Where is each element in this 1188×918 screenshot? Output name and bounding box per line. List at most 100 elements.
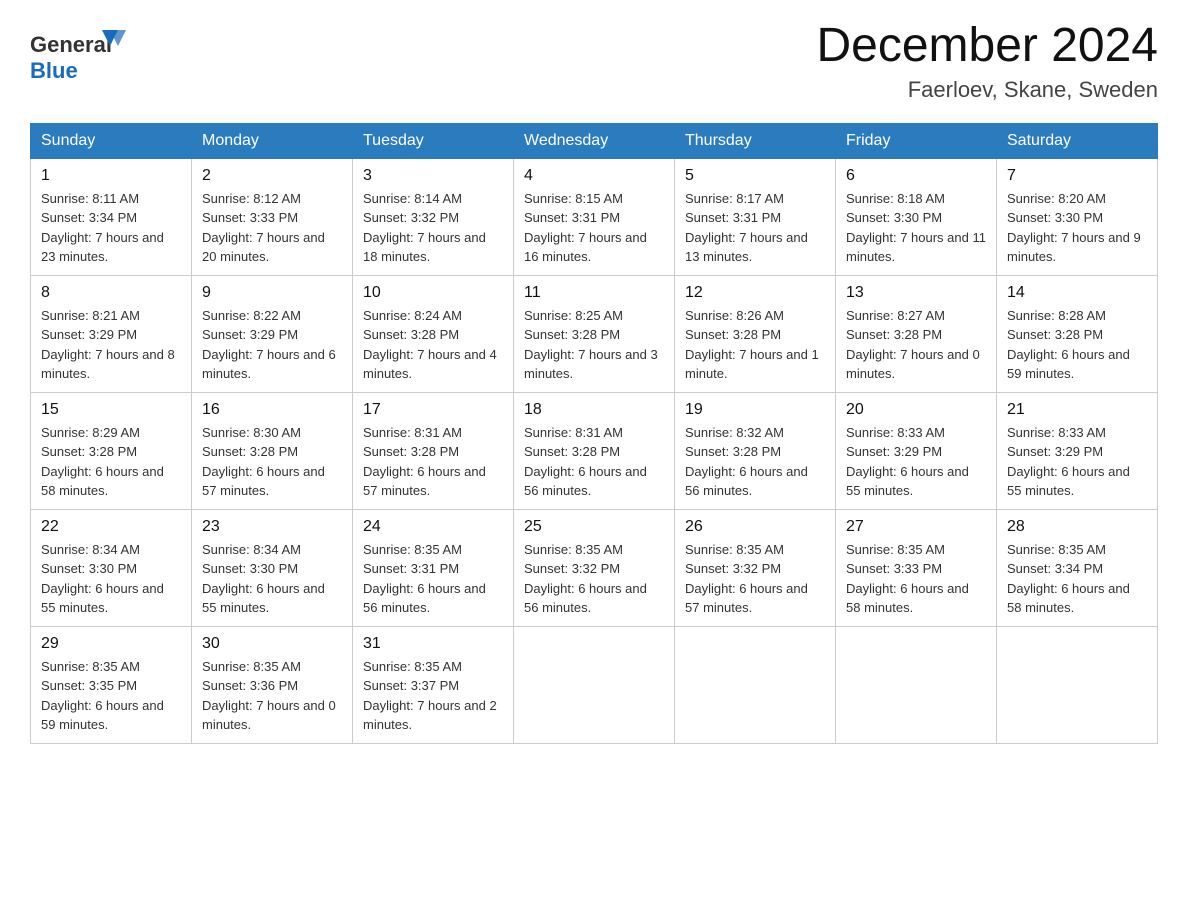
week-row-2: 8Sunrise: 8:21 AMSunset: 3:29 PMDaylight… [31, 275, 1158, 392]
day-info: Sunrise: 8:35 AMSunset: 3:32 PMDaylight:… [524, 540, 664, 618]
day-info: Sunrise: 8:33 AMSunset: 3:29 PMDaylight:… [1007, 423, 1147, 501]
calendar-cell [675, 626, 836, 743]
calendar-cell: 4 Sunrise: 8:15 AMSunset: 3:31 PMDaylight… [514, 158, 675, 275]
week-row-5: 29Sunrise: 8:35 AMSunset: 3:35 PMDayligh… [31, 626, 1158, 743]
day-info: Sunrise: 8:17 AMSunset: 3:31 PMDaylight:… [685, 189, 825, 267]
logo-svg: General Blue [30, 20, 130, 85]
day-number: 12 [685, 284, 825, 302]
svg-text:General: General [30, 32, 112, 57]
svg-text:Blue: Blue [30, 58, 78, 83]
day-number: 16 [202, 401, 342, 419]
day-number: 5 [685, 167, 825, 185]
calendar-cell: 28 Sunrise: 8:35 AMSunset: 3:34 PMDayligh… [997, 509, 1158, 626]
calendar-cell: 13 Sunrise: 8:27 AMSunset: 3:28 PMDayligh… [836, 275, 997, 392]
day-info: Sunrise: 8:12 AMSunset: 3:33 PMDaylight:… [202, 189, 342, 267]
day-number: 13 [846, 284, 986, 302]
day-number: 27 [846, 518, 986, 536]
calendar-table: SundayMondayTuesdayWednesdayThursdayFrid… [30, 123, 1158, 744]
day-number: 7 [1007, 167, 1147, 185]
day-number: 3 [363, 167, 503, 185]
calendar-cell: 2 Sunrise: 8:12 AMSunset: 3:33 PMDaylight… [192, 158, 353, 275]
calendar-cell: 31 Sunrise: 8:35 AMSunset: 3:37 PMDayligh… [353, 626, 514, 743]
calendar-cell: 11 Sunrise: 8:25 AMSunset: 3:28 PMDayligh… [514, 275, 675, 392]
day-number: 29 [41, 635, 181, 653]
day-info: Sunrise: 8:14 AMSunset: 3:32 PMDaylight:… [363, 189, 503, 267]
day-info: Sunrise: 8:20 AMSunset: 3:30 PMDaylight:… [1007, 189, 1147, 267]
calendar-cell: 9Sunrise: 8:22 AMSunset: 3:29 PMDaylight… [192, 275, 353, 392]
day-info: Sunrise: 8:35 AMSunset: 3:31 PMDaylight:… [363, 540, 503, 618]
calendar-cell: 1Sunrise: 8:11 AMSunset: 3:34 PMDaylight… [31, 158, 192, 275]
day-number: 17 [363, 401, 503, 419]
day-number: 14 [1007, 284, 1147, 302]
calendar-cell: 24 Sunrise: 8:35 AMSunset: 3:31 PMDayligh… [353, 509, 514, 626]
day-number: 28 [1007, 518, 1147, 536]
calendar-cell: 29Sunrise: 8:35 AMSunset: 3:35 PMDayligh… [31, 626, 192, 743]
header-tuesday: Tuesday [353, 123, 514, 158]
day-info: Sunrise: 8:34 AMSunset: 3:30 PMDaylight:… [202, 540, 342, 618]
day-info: Sunrise: 8:28 AMSunset: 3:28 PMDaylight:… [1007, 306, 1147, 384]
calendar-header-row: SundayMondayTuesdayWednesdayThursdayFrid… [31, 123, 1158, 158]
calendar-cell [997, 626, 1158, 743]
month-title: December 2024 [816, 20, 1158, 73]
calendar-cell: 3 Sunrise: 8:14 AMSunset: 3:32 PMDaylight… [353, 158, 514, 275]
calendar-cell: 14 Sunrise: 8:28 AMSunset: 3:28 PMDayligh… [997, 275, 1158, 392]
day-number: 23 [202, 518, 342, 536]
day-info: Sunrise: 8:35 AMSunset: 3:37 PMDaylight:… [363, 657, 503, 735]
day-number: 19 [685, 401, 825, 419]
day-info: Sunrise: 8:31 AMSunset: 3:28 PMDaylight:… [363, 423, 503, 501]
day-info: Sunrise: 8:35 AMSunset: 3:36 PMDaylight:… [202, 657, 342, 735]
calendar-cell: 7 Sunrise: 8:20 AMSunset: 3:30 PMDaylight… [997, 158, 1158, 275]
calendar-cell: 10Sunrise: 8:24 AMSunset: 3:28 PMDayligh… [353, 275, 514, 392]
day-number: 25 [524, 518, 664, 536]
header-saturday: Saturday [997, 123, 1158, 158]
week-row-4: 22Sunrise: 8:34 AMSunset: 3:30 PMDayligh… [31, 509, 1158, 626]
day-info: Sunrise: 8:18 AMSunset: 3:30 PMDaylight:… [846, 189, 986, 267]
day-number: 2 [202, 167, 342, 185]
calendar-cell: 23 Sunrise: 8:34 AMSunset: 3:30 PMDayligh… [192, 509, 353, 626]
day-info: Sunrise: 8:15 AMSunset: 3:31 PMDaylight:… [524, 189, 664, 267]
calendar-cell: 19 Sunrise: 8:32 AMSunset: 3:28 PMDayligh… [675, 392, 836, 509]
day-number: 1 [41, 167, 181, 185]
calendar-cell [836, 626, 997, 743]
day-info: Sunrise: 8:32 AMSunset: 3:28 PMDaylight:… [685, 423, 825, 501]
day-number: 30 [202, 635, 342, 653]
calendar-cell: 22Sunrise: 8:34 AMSunset: 3:30 PMDayligh… [31, 509, 192, 626]
day-number: 11 [524, 284, 664, 302]
day-info: Sunrise: 8:25 AMSunset: 3:28 PMDaylight:… [524, 306, 664, 384]
week-row-1: 1Sunrise: 8:11 AMSunset: 3:34 PMDaylight… [31, 158, 1158, 275]
day-info: Sunrise: 8:35 AMSunset: 3:34 PMDaylight:… [1007, 540, 1147, 618]
day-number: 24 [363, 518, 503, 536]
calendar-cell: 6 Sunrise: 8:18 AMSunset: 3:30 PMDaylight… [836, 158, 997, 275]
header-wednesday: Wednesday [514, 123, 675, 158]
day-number: 6 [846, 167, 986, 185]
page-header: General Blue December 2024 Faerloev, Ska… [30, 20, 1158, 103]
day-info: Sunrise: 8:35 AMSunset: 3:32 PMDaylight:… [685, 540, 825, 618]
day-number: 26 [685, 518, 825, 536]
calendar-cell: 26 Sunrise: 8:35 AMSunset: 3:32 PMDayligh… [675, 509, 836, 626]
day-info: Sunrise: 8:27 AMSunset: 3:28 PMDaylight:… [846, 306, 986, 384]
day-number: 21 [1007, 401, 1147, 419]
day-number: 4 [524, 167, 664, 185]
header-friday: Friday [836, 123, 997, 158]
title-section: December 2024 Faerloev, Skane, Sweden [816, 20, 1158, 103]
calendar-cell: 18Sunrise: 8:31 AMSunset: 3:28 PMDayligh… [514, 392, 675, 509]
day-number: 8 [41, 284, 181, 302]
header-thursday: Thursday [675, 123, 836, 158]
calendar-cell: 16 Sunrise: 8:30 AMSunset: 3:28 PMDayligh… [192, 392, 353, 509]
calendar-cell: 8Sunrise: 8:21 AMSunset: 3:29 PMDaylight… [31, 275, 192, 392]
day-info: Sunrise: 8:26 AMSunset: 3:28 PMDaylight:… [685, 306, 825, 384]
day-number: 10 [363, 284, 503, 302]
day-number: 15 [41, 401, 181, 419]
calendar-cell: 27 Sunrise: 8:35 AMSunset: 3:33 PMDayligh… [836, 509, 997, 626]
day-info: Sunrise: 8:35 AMSunset: 3:33 PMDaylight:… [846, 540, 986, 618]
day-number: 31 [363, 635, 503, 653]
day-number: 20 [846, 401, 986, 419]
day-info: Sunrise: 8:29 AMSunset: 3:28 PMDaylight:… [41, 423, 181, 501]
calendar-cell: 21 Sunrise: 8:33 AMSunset: 3:29 PMDayligh… [997, 392, 1158, 509]
calendar-cell: 15 Sunrise: 8:29 AMSunset: 3:28 PMDayligh… [31, 392, 192, 509]
day-info: Sunrise: 8:30 AMSunset: 3:28 PMDaylight:… [202, 423, 342, 501]
calendar-cell: 5 Sunrise: 8:17 AMSunset: 3:31 PMDaylight… [675, 158, 836, 275]
logo: General Blue [30, 20, 130, 85]
day-info: Sunrise: 8:22 AMSunset: 3:29 PMDaylight:… [202, 306, 342, 384]
week-row-3: 15 Sunrise: 8:29 AMSunset: 3:28 PMDayligh… [31, 392, 1158, 509]
